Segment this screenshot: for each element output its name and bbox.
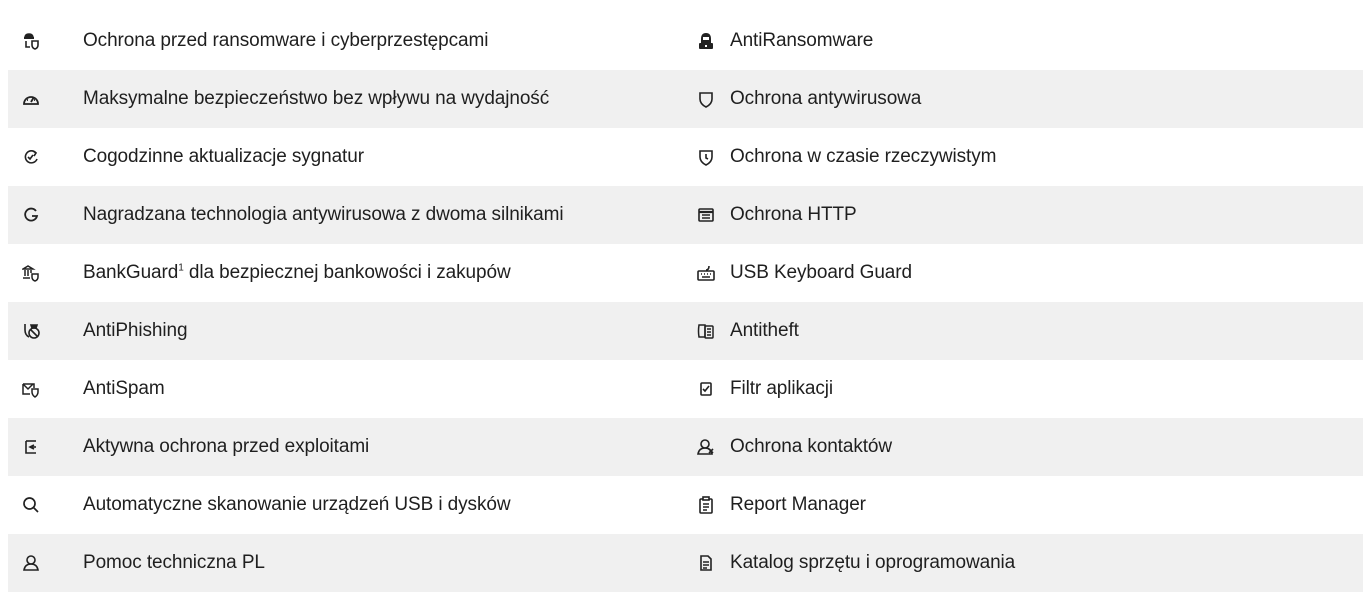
feature-label: Ochrona antywirusowa (730, 88, 922, 109)
table-row: AntiPhishing Antitheft (8, 302, 1363, 360)
refresh-check-icon (21, 147, 41, 167)
table-row: Maksymalne bezpieczeństwo bez wpływu na … (8, 70, 1363, 128)
feature-cell: Aktywna ochrona przed exploitami (8, 418, 693, 476)
feature-cell: AntiSpam (8, 360, 693, 418)
feature-cell: Maksymalne bezpieczeństwo bez wpływu na … (8, 70, 693, 128)
browser-window-icon (696, 205, 716, 225)
clipboard-icon (696, 495, 716, 515)
mail-shield-icon (21, 379, 41, 399)
feature-cell: Filtr aplikacji (693, 360, 1363, 418)
feature-cell: BankGuard1 dla bezpiecznej bankowości i … (8, 244, 693, 302)
feature-cell: Ochrona HTTP (693, 186, 1363, 244)
table-row: Automatyczne skanowanie urządzeń USB i d… (8, 476, 1363, 534)
feature-label: Nagradzana technologia antywirusowa z dw… (83, 204, 564, 225)
feature-label: AntiSpam (83, 378, 165, 399)
contacts-icon (696, 437, 716, 457)
checkbox-icon (696, 379, 716, 399)
table-row: Cogodzinne aktualizacje sygnatur Ochrona… (8, 128, 1363, 186)
feature-cell: Report Manager (693, 476, 1363, 534)
table-row: Ochrona przed ransomware i cyberprzestęp… (8, 12, 1363, 70)
feature-label: BankGuard1 dla bezpiecznej bankowości i … (83, 262, 511, 283)
feature-label: Antitheft (730, 320, 799, 341)
feature-cell: Ochrona antywirusowa (693, 70, 1363, 128)
feature-cell: Cogodzinne aktualizacje sygnatur (8, 128, 693, 186)
feature-label: Aktywna ochrona przed exploitami (83, 436, 370, 457)
feature-cell: AntiRansomware (693, 12, 1363, 70)
table-row: Aktywna ochrona przed exploitami Ochrona… (8, 418, 1363, 476)
table-row: Pomoc techniczna PL Katalog sprzętu i op… (8, 534, 1363, 592)
feature-cell: AntiPhishing (8, 302, 693, 360)
feature-label: Pomoc techniczna PL (83, 552, 265, 573)
document-icon (696, 553, 716, 573)
feature-label: USB Keyboard Guard (730, 262, 912, 283)
support-user-icon (21, 553, 41, 573)
feature-label: Report Manager (730, 494, 866, 515)
feature-comparison-table: Ochrona przed ransomware i cyberprzestęp… (8, 12, 1363, 592)
search-icon (21, 495, 41, 515)
g-logo-icon (21, 205, 41, 225)
table-row: BankGuard1 dla bezpiecznej bankowości i … (8, 244, 1363, 302)
device-shield-icon (696, 321, 716, 341)
feature-label: AntiRansomware (730, 30, 874, 51)
keyboard-icon (696, 263, 716, 283)
feature-cell: Pomoc techniczna PL (8, 534, 693, 592)
bank-shield-icon (21, 263, 41, 283)
feature-label: Ochrona kontaktów (730, 436, 892, 457)
feature-label: Ochrona przed ransomware i cyberprzestęp… (83, 30, 489, 51)
exploit-block-icon (21, 437, 41, 457)
feature-label: Filtr aplikacji (730, 378, 834, 399)
feature-cell: Automatyczne skanowanie urządzeń USB i d… (8, 476, 693, 534)
feature-cell: Katalog sprzętu i oprogramowania (693, 534, 1363, 592)
hooded-user-lock-icon (696, 31, 716, 51)
feature-cell: Ochrona przed ransomware i cyberprzestęp… (8, 12, 693, 70)
feature-label: Cogodzinne aktualizacje sygnatur (83, 146, 364, 167)
feature-cell: Ochrona w czasie rzeczywistym (693, 128, 1363, 186)
shield-icon (696, 89, 716, 109)
phishing-hook-icon (21, 321, 41, 341)
feature-label: Katalog sprzętu i oprogramowania (730, 552, 1016, 573)
feature-label: AntiPhishing (83, 320, 188, 341)
feature-label: Automatyczne skanowanie urządzeń USB i d… (83, 494, 511, 515)
feature-label: Ochrona w czasie rzeczywistym (730, 146, 997, 167)
feature-label: Maksymalne bezpieczeństwo bez wpływu na … (83, 88, 550, 109)
table-row: AntiSpam Filtr aplikacji (8, 360, 1363, 418)
feature-label: Ochrona HTTP (730, 204, 857, 225)
shield-clock-icon (696, 147, 716, 167)
table-row: Nagradzana technologia antywirusowa z dw… (8, 186, 1363, 244)
hacker-shield-icon (21, 31, 41, 51)
feature-cell: Ochrona kontaktów (693, 418, 1363, 476)
speedometer-icon (21, 89, 41, 109)
feature-cell: Nagradzana technologia antywirusowa z dw… (8, 186, 693, 244)
feature-cell: USB Keyboard Guard (693, 244, 1363, 302)
feature-cell: Antitheft (693, 302, 1363, 360)
